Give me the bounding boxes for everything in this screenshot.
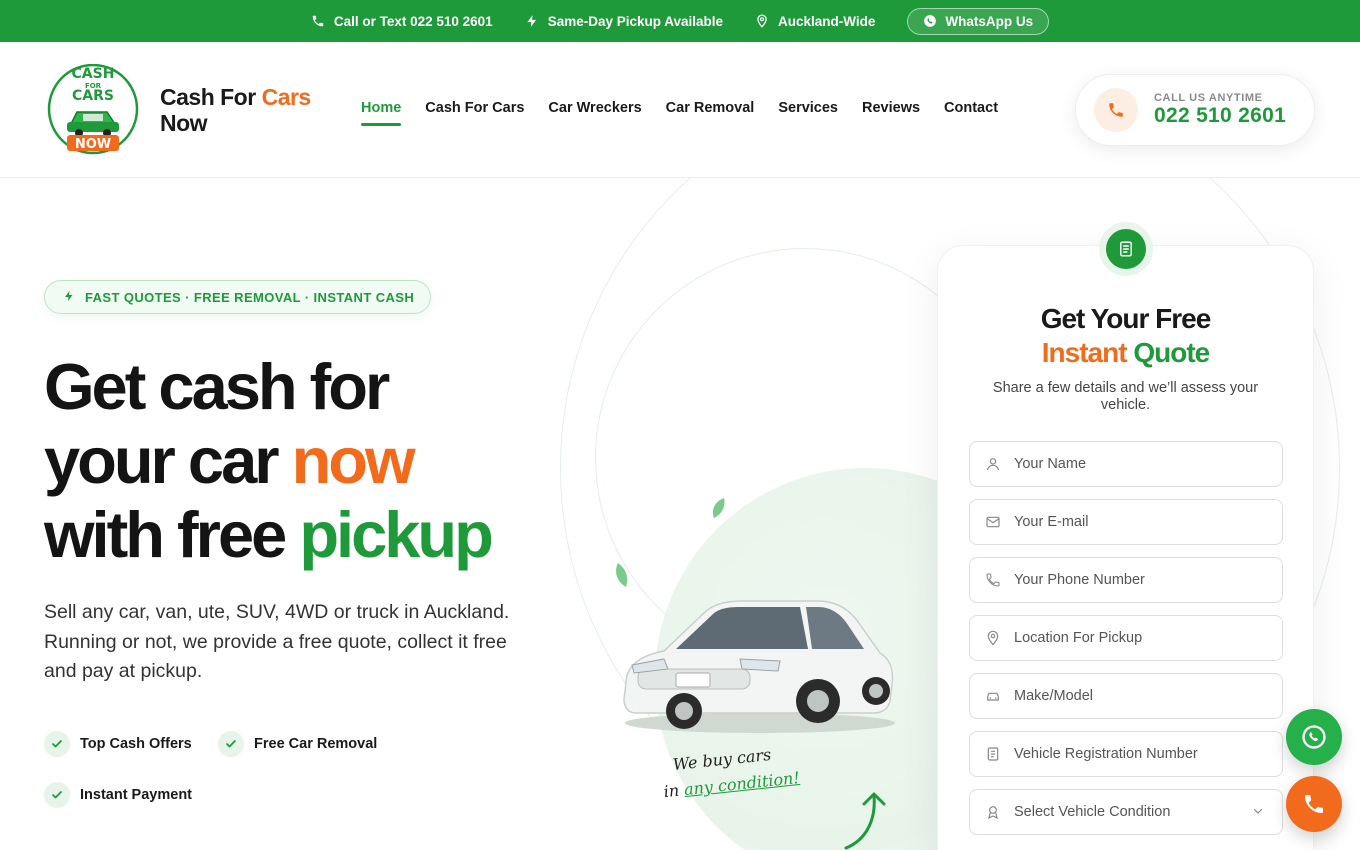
registration-input-placeholder: Vehicle Registration Number	[1014, 746, 1198, 762]
car-image	[623, 600, 895, 733]
vehicle-condition-select[interactable]: Select Vehicle Condition	[969, 789, 1283, 835]
check-icon	[44, 731, 70, 757]
quote-title-quote: Quote	[1133, 337, 1210, 368]
call-card-label: CALL US ANYTIME	[1154, 92, 1263, 104]
logo-text-cars: CARS	[72, 88, 114, 104]
leaf-icon	[712, 498, 725, 518]
headline-highlight-now: now	[291, 424, 416, 497]
floating-call-button[interactable]	[1286, 776, 1342, 832]
location-icon	[755, 14, 769, 28]
location-icon	[985, 630, 1001, 646]
nav-item-car-wreckers[interactable]: Car Wreckers	[548, 100, 641, 126]
headline-line-2a: your car	[44, 424, 280, 497]
document-icon	[985, 746, 1001, 762]
nav-item-services[interactable]: Services	[778, 100, 838, 126]
hero-badge-text: FAST QUOTES · FREE REMOVAL · INSTANT CAS…	[85, 289, 415, 305]
logo-text-now: NOW	[75, 137, 111, 152]
vehicle-condition-placeholder: Select Vehicle Condition	[1014, 804, 1171, 820]
top-bar: Call or Text 022 510 2601 Same-Day Picku…	[0, 0, 1360, 42]
hero-section: FAST QUOTES · FREE REMOVAL · INSTANT CAS…	[0, 178, 1360, 850]
nav-item-cash-for-cars[interactable]: Cash For Cars	[425, 100, 524, 126]
topbar-area: Auckland-Wide	[755, 14, 875, 29]
name-input[interactable]: Your Name	[969, 441, 1283, 487]
brand-part2: Cars	[261, 84, 312, 110]
quote-description: Share a few details and we’ll assess you…	[992, 380, 1259, 413]
car-icon	[985, 688, 1001, 704]
make-model-input-placeholder: Make/Model	[1014, 688, 1093, 704]
headline-line-1: Get cash for	[44, 350, 390, 423]
call-card-phone-icon	[1094, 88, 1138, 132]
phone-icon	[311, 14, 325, 28]
lightning-icon	[525, 14, 539, 28]
feature-label: Top Cash Offers	[80, 736, 192, 752]
headline-highlight-pickup: pickup	[299, 498, 493, 571]
email-input-placeholder: Your E-mail	[1014, 514, 1089, 530]
call-card-number: 022 510 2601	[1154, 104, 1287, 127]
phone-input-placeholder: Your Phone Number	[1014, 572, 1145, 588]
call-card[interactable]: CALL US ANYTIME 022 510 2601	[1075, 74, 1315, 146]
whatsapp-icon	[1302, 725, 1326, 749]
curved-arrow-icon	[844, 792, 886, 850]
mail-icon	[985, 514, 1001, 530]
chevron-down-icon	[1252, 805, 1264, 821]
registration-input[interactable]: Vehicle Registration Number	[969, 731, 1283, 777]
headline-line-3a: with free	[44, 498, 287, 571]
feature-label: Instant Payment	[80, 787, 192, 803]
nav-item-home[interactable]: Home	[361, 100, 402, 126]
condition-icon	[985, 804, 1001, 820]
email-input[interactable]: Your E-mail	[969, 499, 1283, 545]
name-input-placeholder: Your Name	[1014, 456, 1087, 472]
feature-label: Free Car Removal	[254, 736, 378, 752]
nav-item-car-removal[interactable]: Car Removal	[666, 100, 755, 126]
hero-badge: FAST QUOTES · FREE REMOVAL · INSTANT CAS…	[44, 280, 432, 314]
location-input-placeholder: Location For Pickup	[1014, 630, 1143, 646]
topbar-call-text: Call or Text 022 510 2601	[333, 13, 493, 29]
feature-instant-payment: Instant Payment	[44, 782, 192, 808]
brand-part3: Now	[160, 110, 208, 136]
main-nav: Home Cash For Cars Car Wreckers Car Remo…	[361, 100, 998, 126]
quote-title-line-2: Instant Quote	[937, 336, 1314, 370]
topbar-call[interactable]: Call or Text 022 510 2601	[311, 14, 493, 29]
user-icon	[985, 456, 1001, 472]
logo[interactable]: CASH FOR CARS NOW	[45, 63, 141, 156]
logo-text-cash: CASH	[72, 66, 115, 82]
quote-title-instant: Instant	[1041, 337, 1128, 368]
location-input[interactable]: Location For Pickup	[969, 615, 1283, 661]
topbar-pickup-text: Same-Day Pickup Available	[547, 13, 724, 29]
tagline-in: in	[662, 780, 681, 802]
check-icon	[218, 731, 244, 757]
whatsapp-button-label: WhatsApp Us	[945, 13, 1034, 29]
whatsapp-button[interactable]: WhatsApp Us	[907, 7, 1050, 35]
phone-icon	[1305, 795, 1323, 813]
nav-item-contact[interactable]: Contact	[944, 100, 998, 126]
feature-top-cash: Top Cash Offers	[44, 731, 192, 757]
nav-item-reviews[interactable]: Reviews	[862, 100, 920, 126]
quote-document-icon	[1099, 222, 1153, 276]
check-icon	[44, 782, 70, 808]
lightning-icon	[63, 290, 75, 305]
whatsapp-icon	[923, 14, 937, 28]
hero-subtext: Sell any car, van, ute, SUV, 4WD or truc…	[44, 601, 510, 682]
hero-headline: Get cash for your car now with free pick…	[44, 350, 494, 572]
brand-name[interactable]: Cash For Cars Now	[160, 84, 311, 136]
topbar-pickup: Same-Day Pickup Available	[525, 14, 723, 29]
quote-title-line-1: Get Your Free	[1040, 303, 1212, 334]
feature-free-removal: Free Car Removal	[218, 731, 377, 757]
topbar-area-text: Auckland-Wide	[778, 13, 876, 29]
brand-part1: Cash For	[160, 84, 256, 110]
phone-icon	[985, 572, 1001, 588]
make-model-input[interactable]: Make/Model	[969, 673, 1283, 719]
floating-whatsapp-button[interactable]	[1286, 709, 1342, 765]
site-header: CASH FOR CARS NOW Cash For Cars Now Home…	[0, 42, 1360, 178]
phone-input[interactable]: Your Phone Number	[969, 557, 1283, 603]
